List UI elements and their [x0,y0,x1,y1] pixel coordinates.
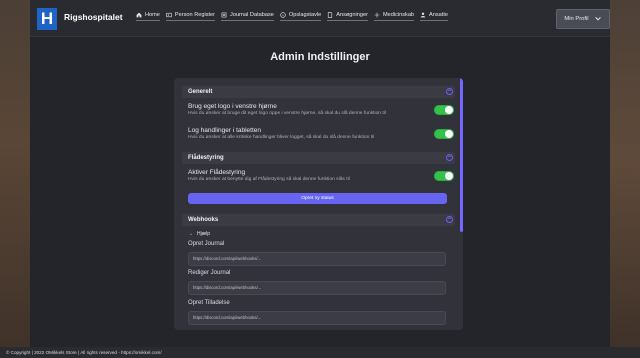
nav-ansatte[interactable]: Ansatte [420,12,449,21]
medicine-icon [374,12,380,18]
staff-icon [420,12,426,18]
main-nav: Home Person Register Journal Database Op… [136,12,449,21]
section-general-header[interactable]: Generelt − [182,86,455,98]
fleet-toggle[interactable] [434,171,454,181]
section-webhooks-header[interactable]: Webhooks − [182,214,455,226]
expand-icon[interactable]: − [446,154,453,161]
create-status-button[interactable]: Opret ny status [188,193,447,204]
nav-journal-database-label: Journal Database [230,12,274,18]
webhook-label-edit-journal: Rediger Journal [188,270,231,276]
profile-dropdown-button[interactable]: Min Profil [556,9,610,29]
page-title: Admin Indstillinger [270,51,370,63]
nav-ansatte-label: Ansatte [429,12,449,18]
info-icon [280,12,286,18]
nav-ansoegninger[interactable]: Ansøgninger [327,12,368,21]
help-link[interactable]: → Hjælp [188,231,210,237]
settings-panel: Generelt − Brug eget logo i venstre hjør… [174,78,463,330]
webhook-input-edit-journal[interactable]: https://discord.com/api/webhooks/... [188,281,446,295]
journal-icon [221,12,227,18]
setting-custom-logo: Brug eget logo i venstre hjørne Hvis du … [188,103,454,116]
expand-icon[interactable]: − [446,88,453,95]
nav-home-label: Home [145,12,160,18]
setting-fleet: Aktiver Flådestyring Hvis du ønsker at b… [188,169,454,182]
hospital-logo: H [37,8,57,30]
setting-log-actions: Log handlinger i tabletten Hvis du ønske… [188,127,454,140]
webhook-label-create-permission: Opret Tilladelse [188,300,230,306]
nav-journal-database[interactable]: Journal Database [221,12,274,21]
background-right-edge [610,0,640,358]
section-webhooks-title: Webhooks [188,217,219,223]
panel-scrollbar[interactable] [460,78,463,232]
profile-label: Min Profil [564,16,589,22]
nav-ansoegninger-label: Ansøgninger [336,12,368,18]
nav-person-register[interactable]: Person Register [165,12,216,21]
custom-logo-toggle[interactable] [434,105,454,115]
setting-description: Hvis du ønsker at benytte dig af Flådest… [188,177,350,182]
top-navbar: H Rigshospitalet Home Person Register Jo… [30,0,610,37]
help-label: Hjælp [197,231,211,237]
nav-medicinskab-label: Medicinskab [382,12,415,18]
chevron-down-icon [594,17,601,21]
nav-medicinskab[interactable]: Medicinskab [373,12,415,21]
section-fleet-title: Flådestyring [188,155,224,161]
arrow-right-icon: → [188,231,193,237]
section-fleet-header[interactable]: Flådestyring − [182,152,455,164]
nav-opslagstavle-label: Opslagstavle [288,12,322,18]
nav-home[interactable]: Home [136,12,160,21]
nav-opslagstavle[interactable]: Opslagstavle [279,12,322,21]
nav-person-register-label: Person Register [174,12,216,18]
footer: © Copyright | 2022 OMikkels Store | All … [0,347,640,358]
person-register-icon [166,12,172,18]
brand-name: Rigshospitalet [64,12,123,22]
section-general-title: Generelt [188,89,213,95]
webhook-input-create-permission[interactable]: https://discord.com/api/webhooks/... [188,311,446,325]
setting-title: Brug eget logo i venstre hjørne [188,103,277,110]
webhook-label-create-journal: Opret Journal [188,241,225,247]
background-left-edge [0,0,30,358]
home-icon [136,12,142,18]
webhook-input-create-journal[interactable]: https://discord.com/api/webhooks/... [188,252,446,266]
setting-title: Log handlinger i tabletten [188,127,262,134]
log-actions-toggle[interactable] [434,129,454,139]
setting-title: Aktiver Flådestyring [188,169,246,176]
setting-description: Hvis du ønsker at bruge dit eget logo op… [188,111,386,116]
expand-icon[interactable]: − [446,216,453,223]
setting-description: Hvis du ønsker at alle kritiske handling… [188,135,375,140]
applications-icon [328,12,333,18]
